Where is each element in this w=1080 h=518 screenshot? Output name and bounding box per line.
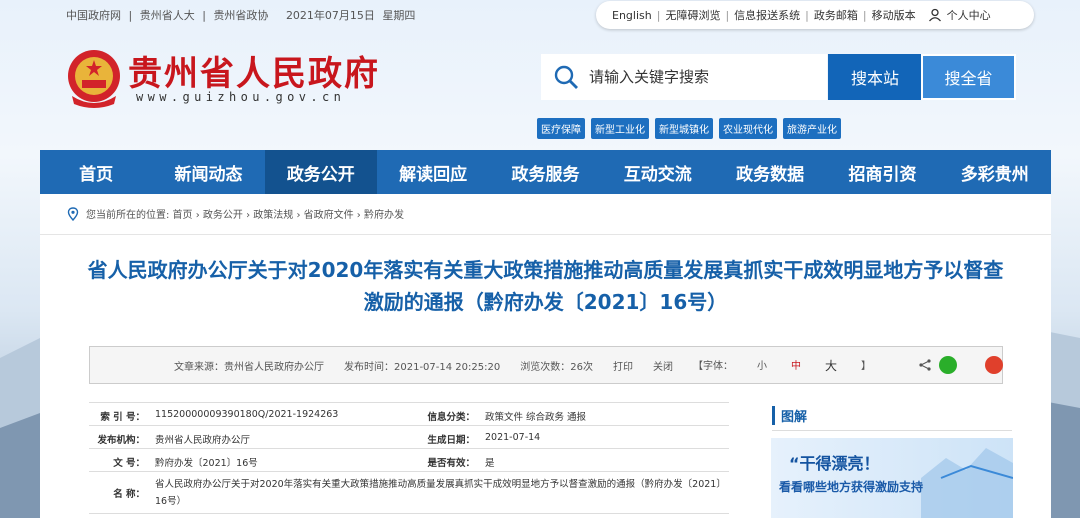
- label: 名 称：: [113, 489, 145, 500]
- nav-news[interactable]: 新闻动态: [152, 150, 264, 194]
- sep: |: [656, 8, 661, 22]
- topic-tags: 医疗保障 新型工业化 新型城镇化 农业现代化 旅游产业化: [537, 118, 841, 139]
- search-input[interactable]: [541, 54, 827, 100]
- link-info-report[interactable]: 信息报送系统: [734, 7, 800, 23]
- personal-center-label: 个人中心: [946, 9, 991, 22]
- meta-views: 浏览次数：26次: [520, 361, 593, 373]
- sep: |: [202, 9, 206, 22]
- top-utility-bar: English | 无障碍浏览 | 信息报送系统 | 政务邮箱 | 移动版本 个人中心: [596, 1, 1034, 29]
- search-province-button[interactable]: 搜全省: [921, 54, 1016, 100]
- divider: [40, 234, 1051, 235]
- print-button[interactable]: 打印: [613, 358, 633, 373]
- user-icon: [928, 8, 941, 22]
- search-bar: 搜本站 搜全省: [541, 54, 1016, 100]
- sep: |: [862, 8, 867, 22]
- banner-title: “干得漂亮！: [789, 454, 880, 473]
- main-nav: 首页 新闻动态 政务公开 解读回应 政务服务 互动交流 政务数据 招商引资 多彩…: [40, 150, 1051, 194]
- label: 索 引 号：: [100, 412, 145, 423]
- nav-invest[interactable]: 招商引资: [826, 150, 938, 194]
- banner-subtitle: 看看哪些地方获得激励支持: [779, 480, 924, 494]
- weibo-icon[interactable]: [984, 356, 1003, 374]
- link-english[interactable]: English: [612, 9, 652, 22]
- breadcrumb: 您当前所在的位置: 首页 › 政务公开 › 政策法规 › 省政府文件 › 黔府办…: [66, 206, 404, 221]
- tag-urban[interactable]: 新型城镇化: [655, 118, 713, 139]
- value: 11520000009390180Q/2021-1924263: [155, 409, 339, 420]
- label: 是否有效：: [427, 458, 475, 469]
- location-pin-icon: [67, 206, 79, 221]
- search-site-button[interactable]: 搜本站: [828, 54, 922, 100]
- close-button[interactable]: 关闭: [653, 358, 673, 373]
- label: 信息分类：: [427, 412, 475, 423]
- national-emblem-icon: [68, 50, 120, 108]
- nav-gov-affairs[interactable]: 政务公开: [264, 150, 377, 194]
- side-section-title: 图解: [772, 406, 807, 425]
- value: 是: [485, 458, 495, 469]
- tag-medical[interactable]: 医疗保障: [537, 118, 585, 139]
- value: 黔府办发〔2021〕16号: [155, 458, 258, 469]
- sep: |: [128, 9, 133, 22]
- share-icon[interactable]: [919, 359, 931, 371]
- table-row: 发布机构： 贵州省人民政府办公厅 生成日期： 2021-07-14: [89, 426, 729, 449]
- site-title[interactable]: 贵州省人民政府: [128, 46, 380, 95]
- nav-home[interactable]: 首页: [40, 150, 152, 194]
- search-icon: [554, 65, 578, 89]
- link-mobile[interactable]: 移动版本: [872, 7, 916, 23]
- value: 贵州省人民政府办公厅: [155, 435, 251, 446]
- link-npc[interactable]: 贵州省人大: [140, 9, 195, 22]
- divider: [772, 430, 1012, 431]
- top-links: 中国政府网 | 贵州省人大 | 贵州省政协 2021年07月15日 星期四: [66, 7, 419, 23]
- label: 发布机构：: [97, 435, 145, 446]
- font-medium-button[interactable]: 中: [791, 357, 801, 374]
- font-label: 【字体：: [692, 360, 733, 372]
- site-url: www.guizhou.gov.cn: [136, 90, 346, 104]
- font-small-button[interactable]: 小: [757, 357, 767, 374]
- value: 2021-07-14: [485, 432, 541, 443]
- content-area: 您当前所在的位置: 首页 › 政务公开 › 政策法规 › 省政府文件 › 黔府办…: [40, 194, 1051, 518]
- link-cppcc[interactable]: 贵州省政协: [213, 9, 268, 22]
- label: 生成日期：: [427, 435, 475, 446]
- font-end: 】: [860, 360, 871, 372]
- personal-center-link[interactable]: 个人中心: [928, 7, 991, 23]
- nav-service[interactable]: 政务服务: [489, 150, 601, 194]
- meta-source: 文章来源：贵州省人民政府办公厅: [174, 361, 324, 373]
- tag-industrial[interactable]: 新型工业化: [591, 118, 649, 139]
- tag-tourism[interactable]: 旅游产业化: [783, 118, 841, 139]
- link-gov[interactable]: 中国政府网: [66, 9, 121, 22]
- table-row: 名 称： 省人民政府办公厅关于对2020年落实有关重大政策措施推动高质量发展真抓…: [89, 472, 729, 514]
- nav-guizhou[interactable]: 多彩贵州: [939, 150, 1051, 194]
- share-tools: [919, 356, 1023, 374]
- label: 文 号：: [113, 458, 145, 469]
- value: 政策文件 综合政务 通报: [485, 412, 587, 423]
- breadcrumb-text[interactable]: 您当前所在的位置: 首页 › 政务公开 › 政策法规 › 省政府文件 › 黔府办…: [86, 206, 404, 221]
- article-headline: 省人民政府办公厅关于对2020年落实有关重大政策措施推动高质量发展真抓实干成效明…: [87, 258, 1004, 314]
- meta-time: 发布时间：2021-07-14 20:25:20: [344, 361, 501, 373]
- font-size-selector: 【字体： 小 中 大 】: [693, 357, 891, 374]
- wechat-icon[interactable]: [938, 356, 957, 374]
- link-accessibility[interactable]: 无障碍浏览: [665, 7, 720, 23]
- nav-interpret[interactable]: 解读回应: [377, 150, 489, 194]
- table-row: 索 引 号： 11520000009390180Q/2021-1924263 信…: [89, 403, 729, 426]
- sep: |: [725, 8, 730, 22]
- value: 省人民政府办公厅关于对2020年落实有关重大政策措施推动高质量发展真抓实干成效明…: [155, 479, 722, 507]
- nav-interact[interactable]: 互动交流: [602, 150, 714, 194]
- tag-agri[interactable]: 农业现代化: [719, 118, 777, 139]
- nav-data[interactable]: 政务数据: [714, 150, 826, 194]
- sep: |: [805, 8, 809, 22]
- article-meta-bar: 文章来源：贵州省人民政府办公厅 发布时间：2021-07-14 20:25:20…: [89, 346, 1003, 384]
- date: 2021年07月15日: [285, 9, 375, 22]
- font-large-button[interactable]: 大: [825, 357, 837, 374]
- weekday: 星期四: [382, 9, 416, 22]
- document-info-table: 索 引 号： 11520000009390180Q/2021-1924263 信…: [89, 402, 729, 514]
- link-mail[interactable]: 政务邮箱: [814, 7, 858, 23]
- infographic-banner[interactable]: “干得漂亮！ 看看哪些地方获得激励支持: [771, 438, 1013, 518]
- table-row: 文 号： 黔府办发〔2021〕16号 是否有效： 是: [89, 449, 729, 472]
